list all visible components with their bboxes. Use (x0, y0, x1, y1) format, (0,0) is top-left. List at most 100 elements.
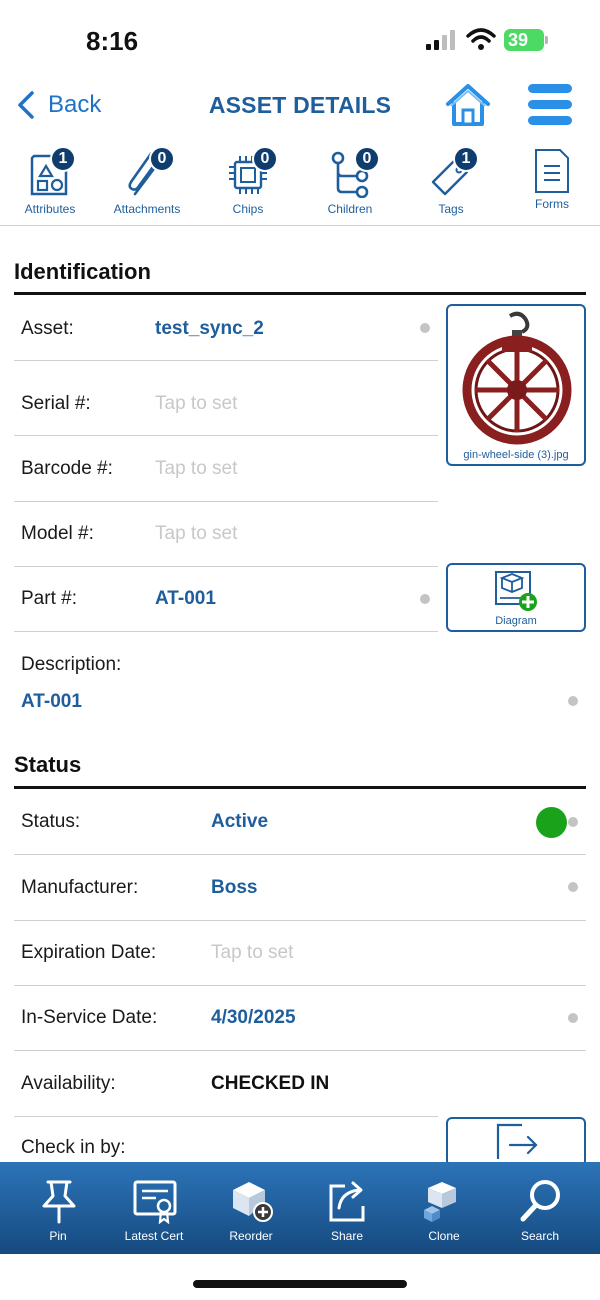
tab-attachments-label: Attachments (113, 202, 181, 216)
availability-value: CHECKED IN (211, 1073, 330, 1094)
tab-forms-label: Forms (535, 197, 569, 211)
asset-photo (462, 311, 572, 445)
barcode-label: Barcode #: (21, 458, 113, 479)
pin-button[interactable]: Pin (10, 1162, 106, 1254)
tab-forms[interactable]: Forms (502, 144, 600, 224)
reorder-button[interactable]: Reorder (203, 1162, 299, 1254)
home-icon[interactable] (444, 82, 492, 128)
row-indicator (420, 323, 430, 333)
latest-cert-label: Latest Cert (124, 1229, 184, 1243)
battery-level: 39 (508, 30, 529, 50)
row-indicator (568, 882, 578, 892)
asset-photo-caption: gin-wheel-side (3).jpg (463, 449, 569, 461)
clone-icon (424, 1182, 456, 1222)
share-icon (329, 1181, 365, 1222)
manufacturer-value: Boss (211, 877, 258, 898)
serial-label: Serial #: (21, 393, 91, 414)
in-service-label: In-Service Date: (21, 1007, 158, 1028)
tab-attributes[interactable]: 1 Attributes (0, 144, 100, 224)
asset-value: test_sync_2 (155, 318, 264, 339)
tab-children[interactable]: 0 Children (300, 144, 400, 224)
row-indicator (568, 1013, 578, 1023)
wifi-icon (466, 28, 496, 50)
part-row[interactable]: Part #: AT-001 (14, 566, 438, 632)
expiration-label: Expiration Date: (21, 942, 157, 963)
latest-cert-button[interactable]: Latest Cert (106, 1162, 202, 1254)
search-label: Search (520, 1229, 560, 1243)
model-label: Model #: (21, 523, 94, 544)
tab-attachments[interactable]: 0 Attachments (97, 144, 197, 224)
status-indicator (536, 807, 567, 838)
tab-attachments-badge: 0 (149, 146, 175, 172)
in-service-value: 4/30/2025 (211, 1007, 296, 1028)
back-label: Back (48, 91, 102, 118)
tab-attributes-label: Attributes (24, 202, 76, 216)
asset-tabs: 1 Attributes 0 Attachments 0 Chips 0 Chi… (0, 144, 600, 226)
diagram-button[interactable]: Diagram (446, 563, 586, 632)
expiration-value: Tap to set (211, 942, 294, 963)
status-label: Status: (21, 811, 81, 832)
barcode-row[interactable]: Barcode #: Tap to set (14, 436, 438, 502)
clone-label: Clone (428, 1229, 460, 1243)
menu-icon[interactable] (528, 84, 572, 126)
model-row[interactable]: Model #: Tap to set (14, 501, 438, 567)
serial-value: Tap to set (155, 393, 238, 414)
clone-button[interactable]: Clone (396, 1162, 492, 1254)
part-value: AT-001 (155, 588, 216, 609)
section-title-identification: Identification (14, 259, 151, 284)
part-label: Part #: (21, 588, 77, 609)
form-icon (535, 149, 569, 193)
asset-photo-card[interactable]: gin-wheel-side (3).jpg (446, 304, 586, 466)
status-value: Active (211, 811, 269, 832)
nav-bar: Back ASSET DETAILS (0, 78, 600, 138)
in-service-row[interactable]: In-Service Date: 4/30/2025 (14, 985, 586, 1051)
reorder-label: Reorder (229, 1229, 273, 1243)
model-value: Tap to set (155, 523, 238, 544)
checkin-label: Check in by: (21, 1137, 126, 1158)
diagram-add-icon (495, 571, 537, 611)
status-row[interactable]: Status: Active (14, 789, 586, 855)
barcode-value: Tap to set (155, 458, 238, 479)
description-value: AT-001 (21, 691, 82, 712)
section-title-status: Status (14, 752, 82, 777)
tab-children-badge: 0 (354, 146, 380, 172)
tab-tags[interactable]: 1 Tags (401, 144, 501, 224)
status-bar: 8:16 39 (0, 0, 600, 80)
availability-row: Availability: CHECKED IN (14, 1051, 438, 1117)
diagram-label: Diagram (495, 615, 537, 627)
asset-row[interactable]: Asset: test_sync_2 (14, 295, 438, 361)
manufacturer-label: Manufacturer: (21, 877, 139, 898)
description-row[interactable]: Description: AT-001 (14, 632, 586, 732)
availability-label: Availability: (21, 1073, 116, 1094)
tab-children-label: Children (327, 202, 373, 216)
tab-tags-label: Tags (438, 202, 464, 216)
tab-tags-badge: 1 (453, 146, 479, 172)
asset-label: Asset: (21, 318, 74, 339)
expiration-row[interactable]: Expiration Date: Tap to set (14, 920, 586, 986)
tab-chips-label: Chips (232, 202, 264, 216)
serial-row[interactable]: Serial #: Tap to set (14, 361, 438, 436)
share-label: Share (330, 1229, 364, 1243)
checkin-row[interactable]: Check in by: (14, 1117, 438, 1162)
share-button[interactable]: Share (299, 1162, 395, 1254)
tab-chips-badge: 0 (252, 146, 278, 172)
search-button[interactable]: Search (492, 1162, 588, 1254)
check-in-icon (496, 1123, 538, 1159)
bottom-toolbar: Pin Latest Cert Reorder Share Clone Sear… (0, 1162, 600, 1254)
manufacturer-row[interactable]: Manufacturer: Boss (14, 855, 586, 921)
chevron-left-icon (18, 91, 34, 119)
tab-chips[interactable]: 0 Chips (198, 144, 298, 224)
row-indicator (568, 817, 578, 827)
signal-icon (426, 30, 455, 50)
back-button[interactable]: Back (16, 90, 101, 120)
clock: 8:16 (86, 26, 139, 56)
tab-attributes-badge: 1 (50, 146, 76, 172)
battery-icon: 39 (504, 29, 548, 51)
check-in-button[interactable] (446, 1117, 586, 1167)
certificate-icon (133, 1180, 177, 1224)
home-indicator (193, 1280, 407, 1288)
reorder-icon (233, 1182, 273, 1222)
row-indicator (420, 594, 430, 604)
search-icon (520, 1180, 560, 1222)
pin-icon (42, 1180, 76, 1224)
